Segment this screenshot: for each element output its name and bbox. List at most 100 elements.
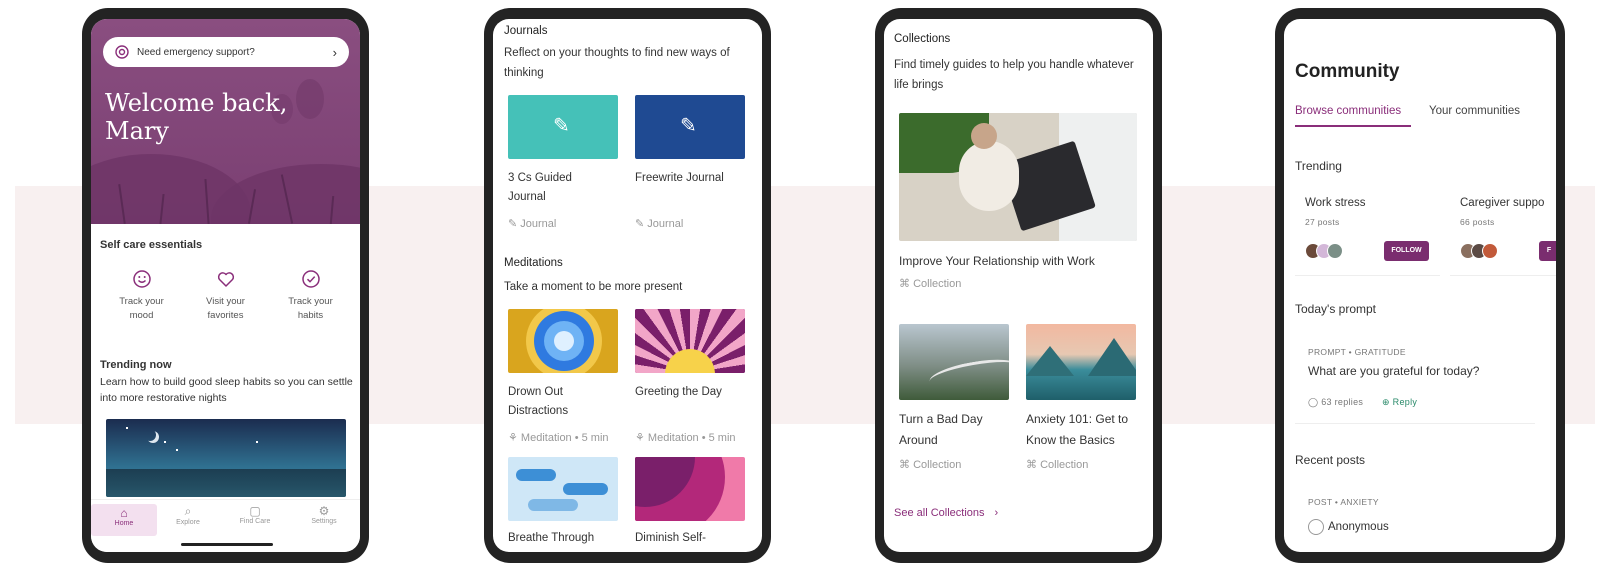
replies-count: ◯ 63 replies bbox=[1308, 397, 1364, 407]
meditation-title-greeting: Greeting the Day bbox=[635, 386, 722, 398]
avatar bbox=[1327, 243, 1343, 259]
see-all-collections-link[interactable]: See all Collections › bbox=[894, 507, 998, 519]
pencil-icon: ✎ bbox=[680, 115, 697, 137]
feature-collection-title: Improve Your Relationship with Work bbox=[899, 254, 1095, 268]
meditation-card-diminish[interactable] bbox=[635, 457, 745, 521]
speech-bubble-icon: ◯ bbox=[1308, 397, 1322, 407]
reply-button[interactable]: ⊕ Reply bbox=[1382, 397, 1417, 408]
trending-title: Trending now bbox=[100, 359, 172, 371]
tab-explore[interactable]: ⌕ Explore bbox=[155, 504, 221, 526]
collection-card-bad-day-image[interactable] bbox=[899, 324, 1009, 400]
meditation-title-distractions: Drown Out Distractions bbox=[508, 386, 569, 417]
todays-prompt-title: Today's prompt bbox=[1295, 302, 1376, 316]
journal-card-3cs[interactable]: ✎ bbox=[508, 95, 618, 159]
lotus-icon: ⚘ bbox=[635, 432, 648, 444]
self-care-item-favorites[interactable]: Visit your favorites bbox=[183, 269, 268, 323]
community-name-caregiver: Caregiver suppo bbox=[1460, 197, 1545, 209]
journal-title-freewrite: Freewrite Journal bbox=[635, 172, 724, 184]
journal-meta-3cs: ✎ Journal bbox=[508, 218, 557, 230]
welcome-title: Welcome back, Mary bbox=[105, 89, 288, 145]
grid-icon: ⌘ bbox=[899, 459, 914, 471]
pencil-icon: ✎ bbox=[553, 115, 570, 137]
community-title: Community bbox=[1295, 61, 1400, 82]
self-care-title: Self care essentials bbox=[100, 239, 203, 251]
chevron-right-icon: › bbox=[332, 44, 337, 60]
meditation-meta-distractions: ⚘ Meditation • 5 min bbox=[508, 432, 609, 444]
phone-community: Community Browse communities Your commun… bbox=[1275, 8, 1565, 563]
pencil-icon: ✎ bbox=[508, 218, 521, 230]
feature-collection-image[interactable] bbox=[899, 113, 1137, 241]
meditation-card-greeting[interactable] bbox=[635, 309, 745, 373]
bottom-tab-bar: ⌂ Home ⌕ Explore ▢ Find Care ⚙ Settings bbox=[91, 499, 360, 552]
feature-collection-meta: ⌘ Collection bbox=[899, 278, 962, 290]
grid-icon: ⌘ bbox=[1026, 459, 1041, 471]
plus-circle-icon: ⊕ bbox=[1382, 397, 1393, 407]
trending-description: Learn how to build good sleep habits so … bbox=[100, 376, 353, 404]
home-hero: Need emergency support? › Welcome back, … bbox=[91, 19, 360, 224]
journals-title: Journals bbox=[504, 25, 548, 37]
grid-icon: ⌘ bbox=[899, 278, 914, 290]
tab-settings[interactable]: ⚙ Settings bbox=[291, 504, 357, 525]
phone-collections: Collections Find timely guides to help y… bbox=[875, 8, 1162, 563]
check-circle-icon bbox=[301, 270, 320, 288]
community-screen: Community Browse communities Your commun… bbox=[1284, 19, 1556, 552]
post-author[interactable]: Anonymous bbox=[1308, 519, 1389, 535]
post-tag: POST • ANXIETY bbox=[1308, 497, 1379, 507]
meditation-card-distractions[interactable] bbox=[508, 309, 618, 373]
meditations-title: Meditations bbox=[504, 257, 563, 269]
meditation-title-diminish: Diminish Self- bbox=[635, 532, 706, 544]
collections-screen: Collections Find timely guides to help y… bbox=[884, 19, 1153, 552]
phone-explore: Journals Reflect on your thoughts to fin… bbox=[484, 8, 771, 563]
collections-title: Collections bbox=[894, 33, 951, 45]
tab-find-care[interactable]: ▢ Find Care bbox=[222, 504, 288, 525]
meditations-description: Take a moment to be more present bbox=[504, 281, 683, 293]
collection-card-anxiety-image[interactable] bbox=[1026, 324, 1136, 400]
prompt-question: What are you grateful for today? bbox=[1308, 364, 1480, 378]
follow-button-partial[interactable]: F bbox=[1539, 241, 1556, 261]
sleep-article-image[interactable] bbox=[106, 419, 346, 497]
follow-button[interactable]: FOLLOW bbox=[1384, 241, 1429, 261]
meditation-card-breathe[interactable] bbox=[508, 457, 618, 521]
emergency-support-label: Need emergency support? bbox=[137, 46, 255, 58]
heart-icon bbox=[217, 272, 234, 287]
smiley-icon bbox=[132, 270, 151, 288]
emergency-support-button[interactable]: Need emergency support? › bbox=[103, 37, 349, 67]
collection-meta-anxiety: ⌘ Collection bbox=[1026, 459, 1089, 471]
home-screen: Need emergency support? › Welcome back, … bbox=[91, 19, 360, 552]
collection-title-anxiety: Anxiety 101: Get to Know the Basics bbox=[1026, 412, 1129, 447]
journal-title-3cs: 3 Cs Guided Journal bbox=[508, 172, 572, 203]
meditation-meta-greeting: ⚘ Meditation • 5 min bbox=[635, 432, 736, 444]
explore-screen: Journals Reflect on your thoughts to fin… bbox=[493, 19, 762, 552]
recent-posts-title: Recent posts bbox=[1295, 453, 1366, 467]
active-tab-underline bbox=[1295, 125, 1411, 127]
journal-meta-freewrite: ✎ Journal bbox=[635, 218, 684, 230]
home-icon: ⌂ bbox=[120, 506, 128, 520]
self-care-item-mood[interactable]: Track your mood bbox=[99, 269, 184, 323]
collections-description: Find timely guides to help you handle wh… bbox=[894, 59, 1134, 91]
community-posts-work-stress: 27 posts bbox=[1305, 217, 1340, 227]
gear-icon: ⚙ bbox=[318, 504, 330, 518]
tab-home[interactable]: ⌂ Home bbox=[91, 504, 157, 536]
pencil-icon: ✎ bbox=[635, 218, 648, 230]
meditation-title-breathe: Breathe Through bbox=[508, 532, 595, 544]
home-indicator bbox=[181, 543, 273, 546]
tab-browse-communities[interactable]: Browse communities bbox=[1295, 105, 1401, 117]
self-care-item-habits[interactable]: Track your habits bbox=[268, 269, 353, 323]
community-name-work-stress: Work stress bbox=[1305, 197, 1366, 209]
community-posts-caregiver: 66 posts bbox=[1460, 217, 1495, 227]
search-icon: ⌕ bbox=[184, 504, 192, 518]
collection-meta-bad-day: ⌘ Collection bbox=[899, 459, 962, 471]
clipboard-icon: ▢ bbox=[249, 504, 261, 518]
chevron-right-icon: › bbox=[994, 507, 999, 519]
lotus-icon: ⚘ bbox=[508, 432, 521, 444]
journal-card-freewrite[interactable]: ✎ bbox=[635, 95, 745, 159]
avatar bbox=[1482, 243, 1498, 259]
trending-title: Trending bbox=[1295, 159, 1342, 173]
lifebuoy-icon bbox=[115, 45, 129, 59]
collection-title-bad-day: Turn a Bad Day Around bbox=[899, 412, 983, 447]
prompt-tag: PROMPT • GRATITUDE bbox=[1308, 347, 1406, 357]
journals-description: Reflect on your thoughts to find new way… bbox=[504, 47, 730, 79]
tab-your-communities[interactable]: Your communities bbox=[1429, 105, 1520, 117]
phone-home: Need emergency support? › Welcome back, … bbox=[82, 8, 369, 563]
user-icon bbox=[1308, 519, 1324, 535]
